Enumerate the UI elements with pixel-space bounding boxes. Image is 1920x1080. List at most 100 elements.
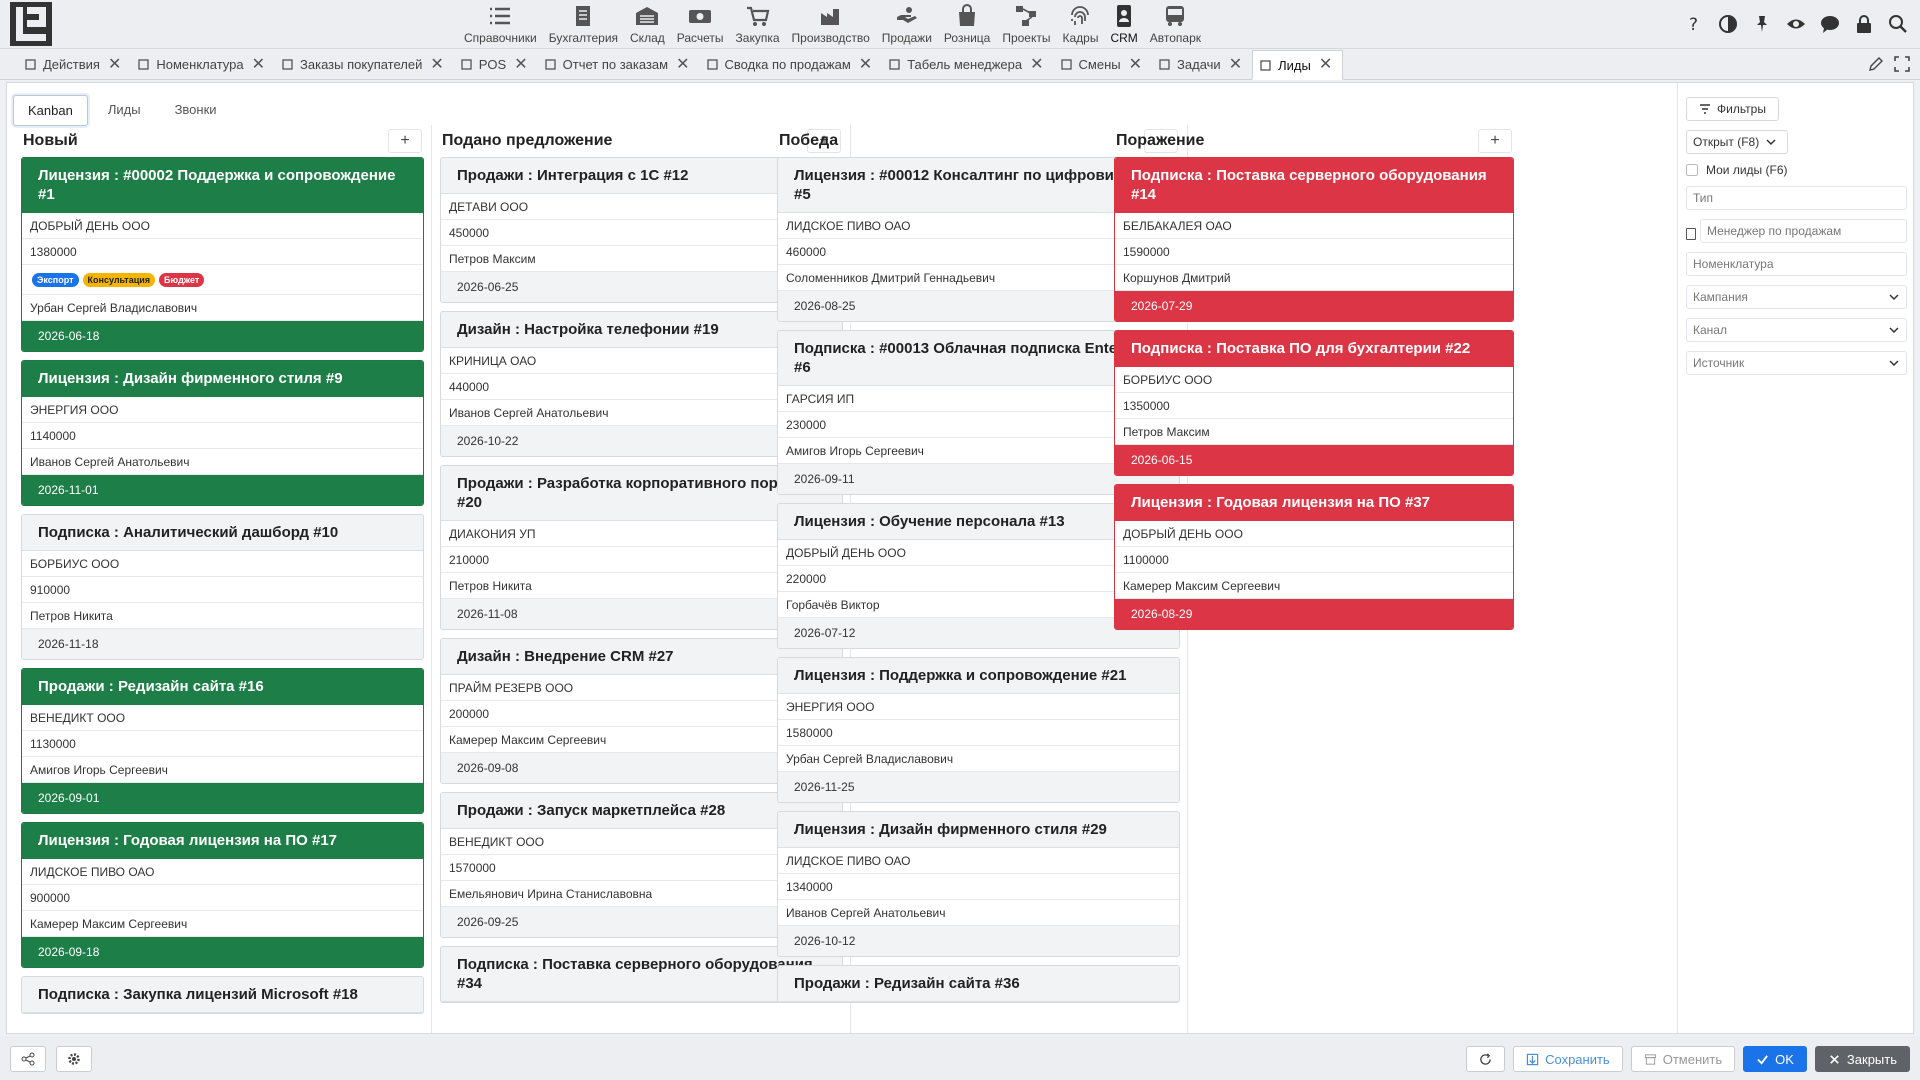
- lead-card[interactable]: Продажи : Редизайн сайта #16 ВЕНЕДИКТ ООО…: [21, 668, 424, 814]
- nomenclature-input[interactable]: Номенклатура: [1686, 252, 1907, 276]
- close-tab-icon[interactable]: ✕: [252, 56, 265, 73]
- nav-item-7[interactable]: Розница: [938, 0, 996, 49]
- nav-item-1[interactable]: Бухгалтерия: [543, 0, 624, 49]
- edit-icon[interactable]: [1868, 56, 1884, 72]
- type-input[interactable]: Тип: [1686, 186, 1907, 210]
- lead-card[interactable]: Подписка : Поставка ПО для бухгалтерии #…: [1114, 330, 1514, 476]
- nav-item-3[interactable]: Расчеты: [671, 0, 730, 49]
- close-tab-icon[interactable]: ✕: [514, 56, 527, 73]
- tab-label: POS: [478, 57, 507, 72]
- save-icon: [1526, 1053, 1539, 1065]
- manager-toggle[interactable]: [1686, 228, 1696, 240]
- card-amount: 1130000: [22, 731, 423, 757]
- status-select[interactable]: Открыт (F8): [1686, 130, 1789, 154]
- nav-item-0[interactable]: Справочники: [458, 0, 543, 49]
- pin-icon[interactable]: [1750, 12, 1774, 36]
- list-icon: [490, 7, 511, 25]
- close-tab-icon[interactable]: ✕: [1129, 56, 1142, 73]
- lock-icon[interactable]: [1852, 12, 1876, 36]
- my-leads-checkbox[interactable]: Мои лиды (F6): [1686, 163, 1907, 177]
- share-button[interactable]: [10, 1046, 46, 1072]
- tab-label: Номенклатура: [156, 57, 244, 72]
- card-title[interactable]: Подписка : Аналитический дашборд #10: [22, 515, 423, 551]
- close-tab-icon[interactable]: ✕: [108, 56, 121, 73]
- tab-0[interactable]: Действия ✕: [18, 50, 131, 79]
- manager-input[interactable]: Менеджер по продажам: [1700, 219, 1907, 243]
- nav-item-5[interactable]: Производство: [786, 0, 876, 49]
- ok-button[interactable]: OK: [1743, 1046, 1807, 1072]
- add-card-button[interactable]: +: [1478, 129, 1512, 153]
- tab-6[interactable]: Табель менеджера ✕: [882, 50, 1053, 79]
- nav-item-label: Закупка: [735, 31, 780, 45]
- filters-button[interactable]: Фильтры: [1686, 97, 1779, 121]
- view-tab-0[interactable]: Kanban: [13, 95, 88, 126]
- lead-card[interactable]: Подписка : Аналитический дашборд #10 БОРБ…: [21, 514, 424, 660]
- filters-title: Фильтры: [1717, 102, 1766, 116]
- refresh-button[interactable]: [1466, 1046, 1506, 1072]
- card-title[interactable]: Лицензия : Годовая лицензия на ПО #37: [1115, 485, 1513, 521]
- app-logo[interactable]: [10, 2, 52, 46]
- checkbox-box[interactable]: [1686, 164, 1698, 176]
- chat-icon[interactable]: [1818, 12, 1842, 36]
- card-title[interactable]: Лицензия : #00002 Поддержка и сопровожде…: [22, 158, 423, 213]
- crm-icon: [1117, 5, 1132, 27]
- tab-5[interactable]: Сводка по продажам ✕: [700, 50, 883, 79]
- nav-item-8[interactable]: Проекты: [996, 0, 1056, 49]
- channel-select[interactable]: Канал: [1686, 318, 1907, 342]
- nav-item-6[interactable]: Продажи: [876, 0, 938, 49]
- save-button[interactable]: Сохранить: [1513, 1046, 1623, 1072]
- tab-4[interactable]: Отчет по заказам ✕: [538, 50, 700, 79]
- lead-card[interactable]: Лицензия : Годовая лицензия на ПО #17 ЛИД…: [21, 822, 424, 968]
- tab-1[interactable]: Номенклатура ✕: [131, 50, 275, 79]
- lead-card[interactable]: Лицензия : #00002 Поддержка и сопровожде…: [21, 157, 424, 352]
- tab-label: Действия: [43, 57, 100, 72]
- main-menu: Справочники Бухгалтерия Склад Расчеты Закупк…: [458, 0, 1207, 49]
- nav-item-2[interactable]: Склад: [624, 0, 671, 49]
- campaign-select[interactable]: Кампания: [1686, 285, 1907, 309]
- tab-9[interactable]: Лиды ✕: [1252, 50, 1344, 80]
- close-tab-icon[interactable]: ✕: [1030, 56, 1043, 73]
- cart-icon: [746, 6, 769, 26]
- nav-item-label: Кадры: [1062, 31, 1099, 45]
- card-title[interactable]: Продажи : Редизайн сайта #16: [22, 669, 423, 705]
- nav-item-4[interactable]: Закупка: [730, 0, 786, 49]
- theme-icon[interactable]: [1716, 12, 1740, 36]
- lead-card[interactable]: Лицензия : Годовая лицензия на ПО #37 ДОБ…: [1114, 484, 1514, 630]
- settings-button[interactable]: [56, 1046, 92, 1072]
- card-date: 2026-09-18: [22, 937, 423, 967]
- nav-item-10[interactable]: CRM: [1104, 0, 1143, 49]
- eye-icon[interactable]: [1784, 12, 1808, 36]
- lead-card[interactable]: Подписка : Закупка лицензий Microsoft #1…: [21, 976, 424, 1014]
- ok-label: OK: [1775, 1051, 1794, 1067]
- nav-item-label: Автопарк: [1149, 31, 1202, 45]
- lead-card[interactable]: Лицензия : Дизайн фирменного стиля #9 ЭНЕ…: [21, 360, 424, 506]
- tab-8[interactable]: Задачи ✕: [1152, 50, 1252, 79]
- card-title[interactable]: Подписка : Закупка лицензий Microsoft #1…: [22, 977, 423, 1013]
- close-tab-icon[interactable]: ✕: [430, 56, 443, 73]
- close-tab-icon[interactable]: ✕: [1319, 57, 1332, 73]
- card-title[interactable]: Лицензия : Годовая лицензия на ПО #17: [22, 823, 423, 859]
- add-card-button[interactable]: +: [388, 129, 422, 153]
- view-tab-1[interactable]: Лиды: [94, 95, 155, 126]
- close-tab-icon[interactable]: ✕: [859, 56, 872, 73]
- close-tab-icon[interactable]: ✕: [1229, 56, 1242, 73]
- nav-item-9[interactable]: Кадры: [1056, 0, 1104, 49]
- lead-card[interactable]: Подписка : Поставка серверного оборудова…: [1114, 157, 1514, 322]
- card-title[interactable]: Подписка : Поставка серверного оборудова…: [1115, 158, 1513, 213]
- tab-2[interactable]: Заказы покупателей ✕: [275, 50, 454, 79]
- tab-3[interactable]: POS ✕: [454, 50, 538, 79]
- close-button[interactable]: Закрыть: [1814, 1046, 1910, 1072]
- card-title[interactable]: Лицензия : Дизайн фирменного стиля #9: [22, 361, 423, 397]
- cancel-button[interactable]: Отменить: [1630, 1046, 1736, 1072]
- tab-label: Задачи: [1177, 57, 1221, 72]
- nav-item-11[interactable]: Автопарк: [1144, 0, 1207, 49]
- tab-7[interactable]: Смены ✕: [1054, 50, 1153, 79]
- card-title[interactable]: Подписка : Поставка ПО для бухгалтерии #…: [1115, 331, 1513, 367]
- help-icon[interactable]: ?: [1682, 12, 1706, 36]
- close-tab-icon[interactable]: ✕: [676, 56, 689, 73]
- search-icon[interactable]: [1886, 12, 1910, 36]
- fullscreen-icon[interactable]: [1894, 56, 1910, 72]
- view-tabs: Kanban Лиды Звонки: [13, 95, 231, 126]
- source-select[interactable]: Источник: [1686, 351, 1907, 375]
- view-tab-2[interactable]: Звонки: [161, 95, 231, 126]
